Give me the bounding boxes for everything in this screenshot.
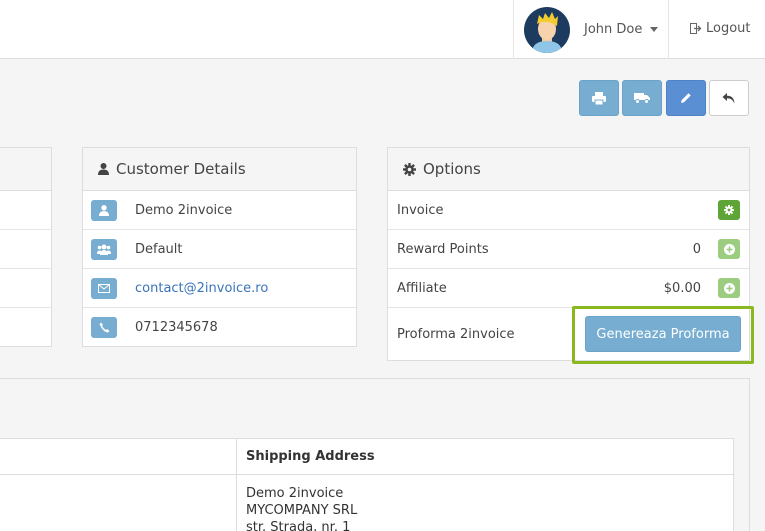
option-affiliate-row: Affiliate $0.00 — [388, 269, 749, 308]
shipping-line: str. Strada, nr. 1 — [246, 520, 351, 531]
print-shipping-button[interactable] — [622, 80, 662, 116]
truck-icon — [634, 93, 650, 104]
chevron-down-icon — [650, 27, 659, 32]
list-item — [0, 191, 51, 230]
options-title: Options — [423, 160, 481, 178]
shipping-address-cell: Demo 2invoice MYCOMPANY SRL str. Strada,… — [237, 475, 357, 531]
user-icon — [98, 163, 109, 175]
customer-group-row: Default — [83, 230, 356, 269]
add-reward-points-button[interactable] — [718, 239, 740, 259]
payment-address-header — [0, 439, 237, 474]
logout-link[interactable]: Logout — [690, 21, 751, 36]
option-invoice-row: Invoice — [388, 191, 749, 230]
logout-label: Logout — [706, 21, 751, 36]
customer-name-row: Demo 2invoice — [83, 191, 356, 230]
plus-circle-icon — [723, 282, 735, 294]
generate-invoice-button[interactable] — [718, 200, 740, 220]
customer-details-panel: Customer Details Demo 2invoice Default c… — [82, 147, 357, 347]
print-invoice-button[interactable] — [579, 80, 619, 116]
list-item — [0, 308, 51, 347]
reward-points-value: 0 — [692, 241, 701, 257]
user-name: John Doe — [584, 22, 643, 37]
table-header: Shipping Address — [0, 439, 733, 475]
back-button[interactable] — [709, 80, 749, 116]
pencil-icon — [681, 93, 691, 103]
envelope-icon[interactable] — [91, 277, 117, 299]
list-item — [0, 269, 51, 308]
customer-phone-row: 0712345678 — [83, 308, 356, 347]
customer-email-row: contact@2invoice.ro — [83, 269, 356, 308]
order-details-heading — [0, 148, 51, 191]
option-affiliate-label: Affiliate — [397, 280, 447, 296]
group-icon[interactable] — [91, 238, 117, 260]
customer-phone: 0712345678 — [135, 320, 218, 335]
shipping-line: MYCOMPANY SRL — [246, 503, 358, 518]
customer-details-heading: Customer Details — [83, 148, 356, 191]
top-header: John Doe Logout — [0, 0, 765, 59]
avatar — [524, 6, 570, 53]
plus-circle-icon — [723, 243, 735, 255]
edit-button[interactable] — [666, 80, 706, 116]
affiliate-value: $0.00 — [663, 280, 701, 296]
customer-name: Demo 2invoice — [135, 202, 233, 218]
payment-address-cell — [0, 475, 237, 531]
table-row: Demo 2invoice MYCOMPANY SRL str. Strada,… — [0, 475, 733, 531]
user-menu[interactable]: John Doe — [513, 0, 669, 59]
option-proforma-label: Proforma 2invoice — [397, 326, 515, 342]
sign-out-icon — [690, 23, 702, 34]
customer-email-link[interactable]: contact@2invoice.ro — [135, 281, 268, 296]
phone-icon[interactable] — [91, 317, 117, 338]
list-item — [0, 230, 51, 269]
shipping-address-header: Shipping Address — [246, 449, 375, 464]
add-affiliate-button[interactable] — [718, 278, 740, 298]
gear-icon — [724, 205, 734, 215]
customer-group: Default — [135, 241, 183, 257]
address-table: Shipping Address Demo 2invoice MYCOMPANY… — [0, 438, 734, 531]
gear-icon — [403, 162, 416, 176]
order-details-panel — [0, 147, 52, 347]
generate-proforma-button[interactable]: Genereaza Proforma — [585, 316, 741, 352]
shipping-line: Demo 2invoice — [246, 486, 344, 501]
options-heading: Options — [388, 148, 749, 191]
option-invoice-label: Invoice — [397, 202, 444, 218]
option-reward-points-label: Reward Points — [397, 241, 489, 257]
user-icon[interactable] — [91, 199, 117, 221]
customer-details-title: Customer Details — [116, 160, 246, 178]
print-icon — [592, 91, 606, 105]
reply-icon — [722, 93, 735, 104]
option-reward-points-row: Reward Points 0 — [388, 230, 749, 269]
